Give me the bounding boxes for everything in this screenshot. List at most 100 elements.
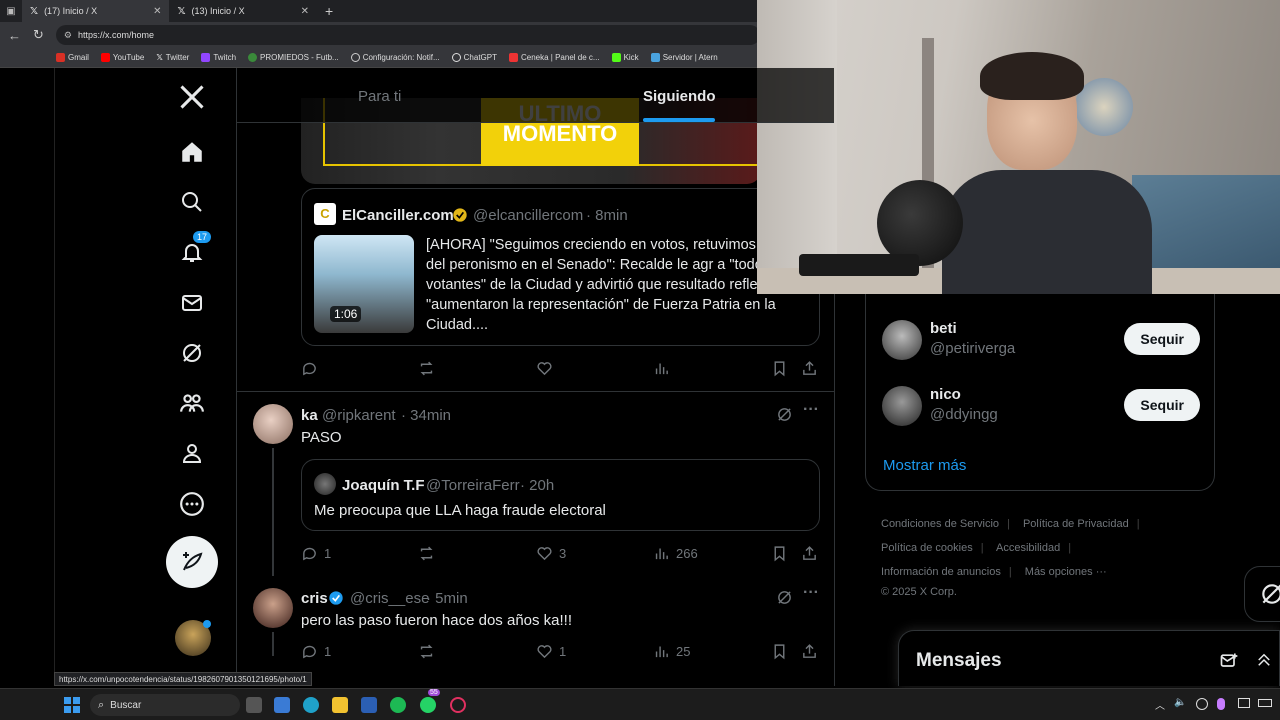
privacy-link[interactable]: Política de Privacidad — [1023, 518, 1129, 530]
bookmark-button[interactable] — [771, 643, 788, 660]
share-button[interactable] — [801, 360, 818, 377]
repost-button[interactable] — [418, 545, 435, 562]
microphone-icon[interactable] — [1217, 698, 1225, 710]
volume-icon[interactable]: 🔈 — [1174, 697, 1186, 708]
views-button[interactable] — [653, 360, 670, 377]
compose-post-button[interactable] — [166, 536, 218, 588]
like-button[interactable] — [536, 360, 553, 377]
close-tab-icon[interactable]: ✕ — [153, 6, 161, 17]
tab-following[interactable]: Siguiendo — [643, 88, 716, 105]
video-thumbnail[interactable]: 1:06 — [314, 235, 414, 333]
more-options-icon[interactable] — [177, 489, 207, 519]
quoted-post-card[interactable]: Joaquín T.F @TorreiraFerr · 20h Me preoc… — [301, 459, 820, 531]
bookmarks-bar: Gmail YouTube 𝕏 Twitter Twitch PROMIEDOS … — [0, 48, 760, 68]
taskbar-search[interactable]: ⌕ Buscar — [90, 694, 240, 716]
bookmark-gmail[interactable]: Gmail — [56, 53, 89, 62]
post-time[interactable]: · 5min — [426, 590, 468, 607]
new-message-icon[interactable] — [1219, 651, 1239, 671]
browser-tab-1[interactable]: 𝕏 (17) Inicio / X ✕ — [22, 0, 170, 22]
notifications-icon[interactable]: 17 — [177, 231, 211, 267]
grok-floating-button[interactable] — [1244, 566, 1280, 622]
windows-start-icon[interactable] — [64, 697, 80, 713]
system-tray-chevron-icon[interactable]: ︿ — [1155, 697, 1165, 712]
tab-actions-icon[interactable]: ▣ — [0, 6, 22, 17]
post-author-name[interactable]: ka — [301, 407, 318, 424]
home-icon[interactable] — [177, 137, 207, 167]
url-field[interactable]: ⚙ https://x.com/home — [55, 25, 760, 45]
reply-button[interactable]: 1 — [301, 643, 331, 660]
bookmark-ceneka[interactable]: Ceneka | Panel de c... — [508, 53, 600, 62]
post-author-name[interactable]: cris — [301, 590, 328, 607]
bookmark-configuracion[interactable]: Configuración: Notif... — [350, 53, 440, 62]
post-author-handle[interactable]: @ripkarent — [322, 407, 396, 424]
expand-up-icon[interactable] — [1255, 651, 1273, 669]
site-info-icon[interactable]: ⚙ — [64, 30, 72, 41]
back-icon[interactable]: ← — [8, 28, 21, 43]
views-button[interactable]: 266 — [653, 545, 698, 562]
reply-button[interactable] — [301, 360, 318, 377]
follow-button[interactable]: Sequir — [1124, 323, 1200, 355]
post-more-icon[interactable]: ··· — [803, 584, 819, 602]
avatar[interactable] — [253, 588, 293, 628]
quoted-author-handle: @elcancillercom — [473, 207, 584, 224]
widgets-icon[interactable] — [274, 697, 290, 713]
post-author-handle[interactable]: @cris__ese — [350, 590, 429, 607]
bookmark-button[interactable] — [771, 545, 788, 562]
views-button[interactable]: 25 — [653, 643, 690, 660]
word-icon[interactable] — [361, 697, 377, 713]
bookmark-promiedos[interactable]: PROMIEDOS - Futb... — [248, 53, 339, 62]
new-tab-icon[interactable]: + — [325, 3, 333, 19]
quoted-post-card[interactable]: C ElCanciller.com @elcancillercom · 8min… — [301, 188, 820, 346]
grok-explain-icon[interactable] — [776, 589, 793, 606]
avatar[interactable] — [253, 404, 293, 444]
like-button[interactable]: 3 — [536, 545, 566, 562]
bookmark-youtube[interactable]: YouTube — [100, 53, 144, 62]
opera-gx-icon[interactable] — [450, 697, 466, 713]
messages-drawer[interactable]: Mensajes — [898, 630, 1280, 686]
bookmark-twitter[interactable]: 𝕏 Twitter — [156, 53, 189, 62]
follow-suggestion[interactable]: nico @ddyingg Sequir — [882, 386, 1200, 438]
tab-for-you[interactable]: Para ti — [358, 88, 401, 105]
accessibility-link[interactable]: Accesibilidad — [996, 542, 1060, 554]
communities-icon[interactable] — [177, 388, 207, 418]
network-icon[interactable] — [1238, 698, 1250, 708]
reload-icon[interactable]: ↻ — [33, 27, 44, 43]
browser-tab-2[interactable]: 𝕏 (13) Inicio / X ✕ — [169, 0, 316, 22]
bookmark-kick[interactable]: Kick — [611, 53, 639, 62]
search-icon[interactable] — [177, 187, 207, 217]
bookmark-servidor[interactable]: Servidor | Atern — [650, 53, 718, 62]
grok-explain-icon[interactable] — [776, 406, 793, 423]
repost-button[interactable] — [418, 643, 435, 660]
copyright: © 2025 X Corp. — [881, 586, 957, 598]
terms-link[interactable]: Condiciones de Servicio — [881, 518, 999, 530]
whatsapp-icon[interactable]: 55 — [420, 689, 440, 713]
share-button[interactable] — [801, 545, 818, 562]
profile-icon[interactable] — [177, 438, 207, 468]
bookmark-chatgpt[interactable]: ChatGPT — [451, 53, 497, 62]
battery-icon[interactable] — [1258, 699, 1272, 707]
account-avatar[interactable] — [175, 620, 211, 656]
like-button[interactable]: 1 — [536, 643, 566, 660]
grok-icon[interactable] — [177, 338, 207, 368]
show-more-link[interactable]: Mostrar más — [883, 457, 966, 474]
edge-icon[interactable] — [303, 697, 319, 713]
post-more-icon[interactable]: ··· — [803, 401, 819, 419]
messages-icon[interactable] — [177, 288, 207, 318]
spotify-icon[interactable] — [390, 697, 406, 713]
task-view-icon[interactable] — [246, 697, 262, 713]
post-time[interactable]: · 34min — [401, 407, 451, 424]
file-explorer-icon[interactable] — [332, 697, 348, 713]
tray-app-icon[interactable] — [1196, 698, 1208, 710]
reply-button[interactable]: 1 — [301, 545, 331, 562]
share-button[interactable] — [801, 643, 818, 660]
close-tab-icon[interactable]: ✕ — [301, 6, 309, 17]
bookmark-twitch[interactable]: Twitch — [201, 53, 236, 62]
repost-button[interactable] — [418, 360, 435, 377]
ads-info-link[interactable]: Información de anuncios — [881, 566, 1001, 578]
cookies-link[interactable]: Política de cookies — [881, 542, 973, 554]
x-logo-icon[interactable] — [177, 82, 207, 112]
follow-suggestion[interactable]: beti @petiriverga Sequir — [882, 320, 1200, 372]
follow-button[interactable]: Sequir — [1124, 389, 1200, 421]
more-options-link[interactable]: Más opciones ··· — [1025, 566, 1107, 578]
bookmark-button[interactable] — [771, 360, 788, 377]
